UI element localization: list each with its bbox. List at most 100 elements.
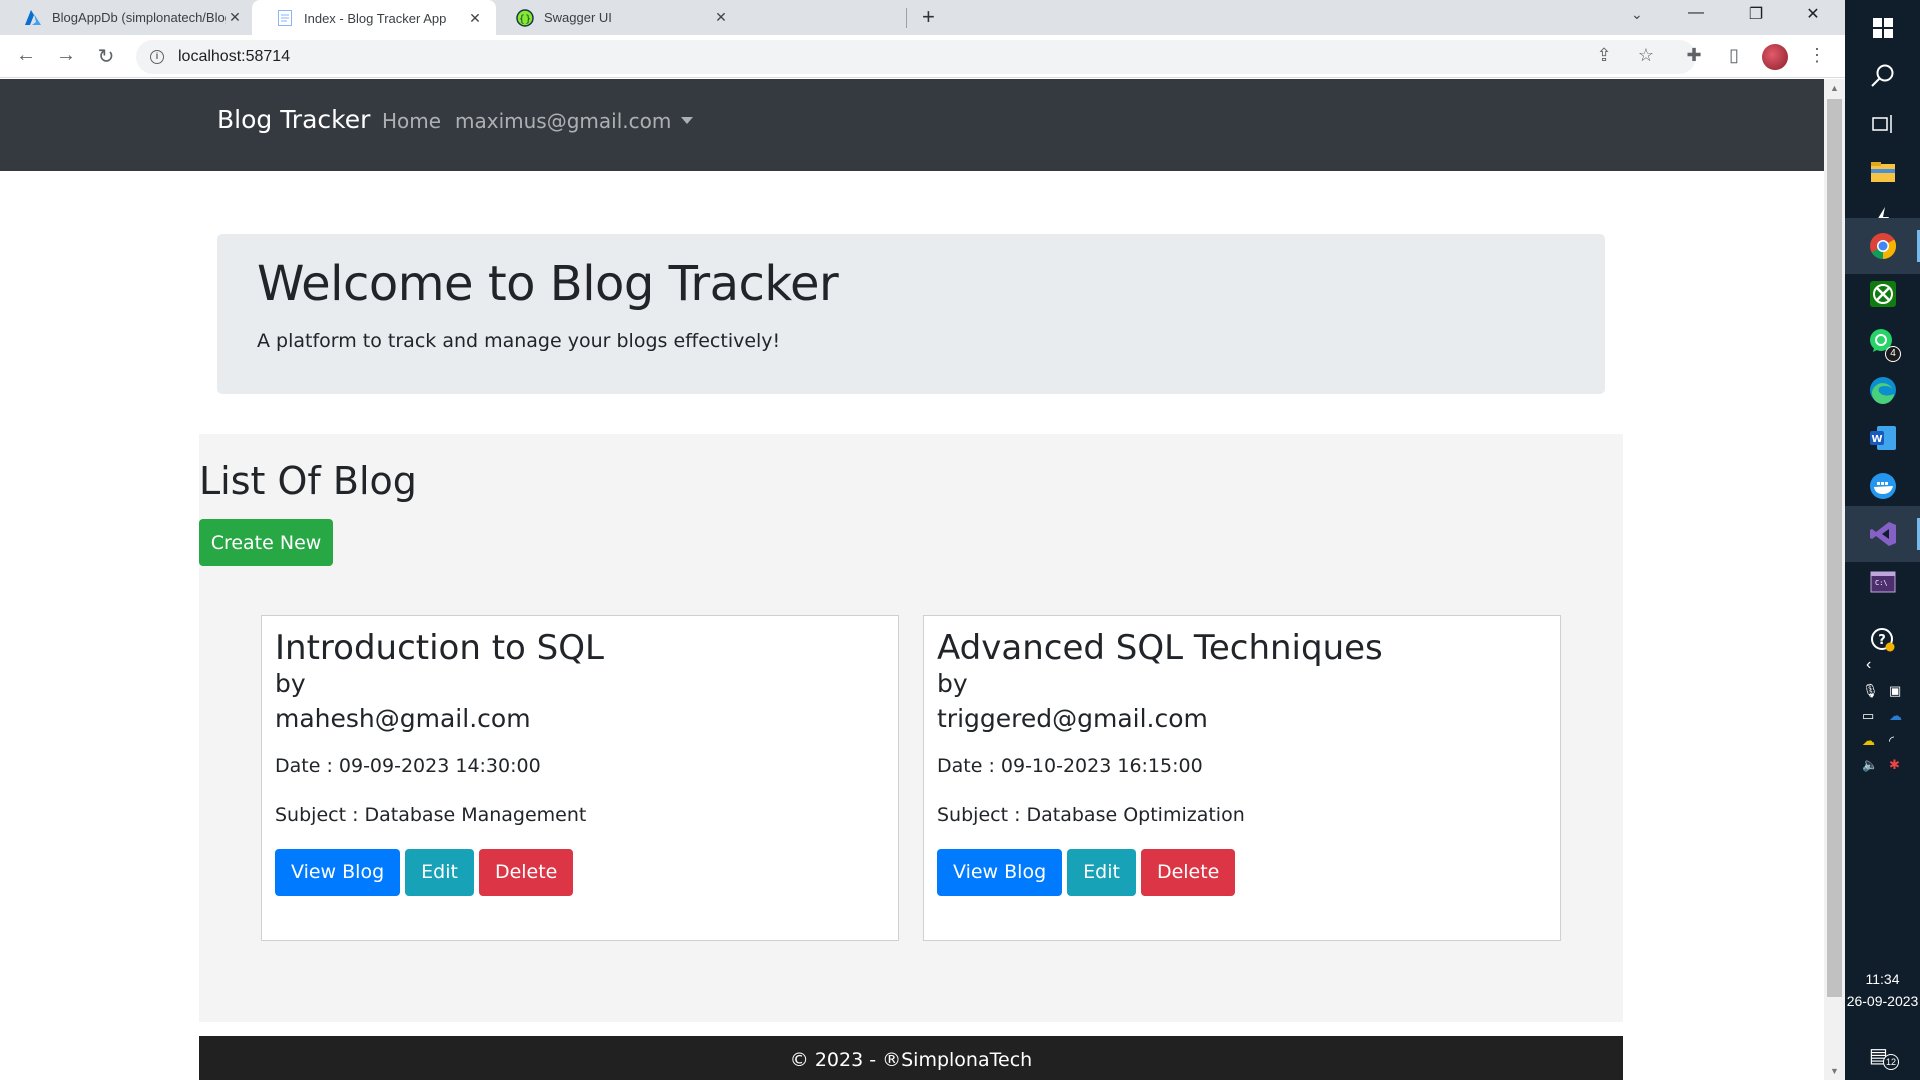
close-tab-icon[interactable]: ✕ [226, 9, 244, 26]
close-window-button[interactable]: ✕ [1790, 4, 1836, 24]
reload-icon[interactable]: ↻ [92, 44, 120, 69]
page-footer: © 2023 - ®SimplonaTech [199, 1036, 1623, 1080]
taskbar-terminal[interactable]: C:\ [1845, 554, 1920, 610]
notification-app-icon[interactable]: ✱ [1889, 757, 1900, 773]
list-title: List Of Blog [199, 459, 417, 503]
blog-by-label: by [937, 668, 968, 698]
forward-arrow-icon[interactable]: → [52, 44, 80, 67]
scroll-down-arrow-icon[interactable]: ▼ [1830, 1066, 1839, 1076]
view-blog-button[interactable]: View Blog [275, 848, 401, 896]
wifi-icon[interactable]: ◜ [1889, 733, 1894, 749]
search-icon [1870, 64, 1893, 87]
file-explorer-icon [1870, 162, 1895, 182]
minimize-button[interactable]: — [1673, 4, 1719, 22]
blog-title: Advanced SQL Techniques [937, 628, 1383, 668]
cloud-warning-icon[interactable]: ☁ [1862, 733, 1875, 749]
azure-icon [24, 9, 42, 27]
blog-subject: Subject : Database Management [275, 803, 587, 826]
task-view-icon [1871, 115, 1892, 133]
visual-studio-icon [1869, 522, 1896, 546]
docker-icon [1869, 473, 1896, 499]
blog-author: mahesh@gmail.com [275, 703, 531, 733]
delete-button[interactable]: Delete [478, 848, 574, 896]
side-panel-icon[interactable]: ▯ [1722, 45, 1746, 66]
tab-search-chevron-icon[interactable]: ⌄ [1631, 6, 1643, 23]
blog-author: triggered@gmail.com [937, 703, 1208, 733]
tab-title: BlogAppDb (simplonatech/Blog [52, 10, 226, 25]
notifications-badge: 12 [1883, 1054, 1899, 1070]
windows-taskbar: 4 W C:\ ? ‹ 🎙 ▣ ▭ ☁ ☁ ◜ 🔈 ✱ 11:34 26-09-… [1845, 0, 1920, 1080]
edit-button[interactable]: Edit [1067, 848, 1136, 896]
caret-down-icon [681, 117, 694, 124]
nav-user-dropdown[interactable]: maximus@gmail.com [455, 109, 694, 133]
nav-link-home[interactable]: Home [382, 109, 441, 133]
svg-text:W: W [1871, 434, 1882, 445]
edge-icon [1869, 377, 1896, 404]
tab-title: Index - Blog Tracker App [304, 10, 447, 26]
edit-button[interactable]: Edit [405, 848, 474, 896]
navbar-brand[interactable]: Blog Tracker [217, 105, 370, 134]
page-viewport: Blog Tracker Home maximus@gmail.com Welc… [0, 79, 1824, 1080]
blog-card: Introduction to SQL by mahesh@gmail.com … [261, 615, 899, 941]
whatsapp-badge: 4 [1885, 346, 1901, 362]
onedrive-icon[interactable]: ☁ [1889, 708, 1902, 724]
blog-date: Date : 09-10-2023 16:15:00 [937, 754, 1203, 777]
windows-logo-icon [1872, 18, 1893, 38]
back-arrow-icon[interactable]: ← [12, 44, 40, 67]
terminal-icon: C:\ [1870, 571, 1895, 593]
welcome-title: Welcome to Blog Tracker [257, 256, 839, 312]
url-text: localhost:58714 [178, 48, 291, 65]
new-tab-button[interactable]: + [922, 4, 935, 30]
close-tab-icon[interactable]: ✕ [466, 10, 484, 27]
chrome-icon [1869, 233, 1896, 260]
nav-user-label: maximus@gmail.com [455, 109, 672, 133]
welcome-subtitle: A platform to track and manage your blog… [257, 330, 781, 352]
tab-blog-tracker[interactable]: Index - Blog Tracker App ✕ [252, 0, 496, 36]
taskbar-help[interactable]: ? [1845, 612, 1920, 668]
svg-text:{}: {} [519, 14, 532, 25]
welcome-jumbotron: Welcome to Blog Tracker A platform to tr… [217, 234, 1605, 394]
blog-card: Advanced SQL Techniques by triggered@gma… [923, 615, 1561, 941]
taskbar-clock[interactable]: 11:34 26-09-2023 [1845, 968, 1920, 1012]
scrollbar-thumb[interactable] [1827, 99, 1842, 997]
address-bar[interactable]: i localhost:58714 [136, 40, 1696, 74]
delete-button[interactable]: Delete [1140, 848, 1236, 896]
blog-date: Date : 09-09-2023 14:30:00 [275, 754, 541, 777]
tab-blogappdb[interactable]: BlogAppDb (simplonatech/Blog ✕ [0, 0, 256, 35]
app-navbar: Blog Tracker Home maximus@gmail.com [0, 79, 1824, 171]
blog-subject: Subject : Database Optimization [937, 803, 1245, 826]
volume-icon[interactable]: 🔈 [1862, 757, 1878, 773]
scroll-up-arrow-icon[interactable]: ▲ [1830, 83, 1839, 93]
clock-time: 11:34 [1865, 971, 1900, 987]
extensions-puzzle-icon[interactable]: ✚ [1682, 45, 1706, 66]
close-tab-icon[interactable]: ✕ [712, 9, 730, 26]
display-icon[interactable]: ▣ [1889, 683, 1901, 699]
clock-date: 26-09-2023 [1846, 993, 1919, 1009]
bookmark-star-icon[interactable]: ☆ [1634, 45, 1658, 66]
help-icon: ? [1870, 628, 1894, 652]
profile-avatar[interactable] [1762, 44, 1788, 70]
xbox-icon [1869, 281, 1896, 307]
swagger-icon: {} [516, 8, 534, 27]
restore-button[interactable]: ❐ [1733, 4, 1779, 24]
view-blog-button[interactable]: View Blog [937, 848, 1063, 896]
tab-title: Swagger UI [544, 10, 612, 25]
create-new-button[interactable]: Create New [199, 519, 333, 566]
browser-tab-bar: BlogAppDb (simplonatech/Blog ✕ Index - B… [0, 0, 1845, 36]
tab-swagger[interactable]: {} Swagger UI ✕ [492, 0, 742, 35]
svg-text:?: ? [1878, 633, 1886, 648]
share-icon[interactable]: ⇪ [1592, 45, 1616, 66]
site-info-icon[interactable]: i [150, 50, 164, 64]
browser-toolbar: ← → ↻ i localhost:58714 ⇪ ☆ ✚ ▯ ⋮ [0, 35, 1845, 78]
battery-icon[interactable]: ▭ [1862, 708, 1874, 724]
microphone-icon[interactable]: 🎙 [1862, 683, 1879, 699]
svg-text:C:\: C:\ [1875, 579, 1888, 587]
blog-by-label: by [275, 668, 306, 698]
menu-kebab-icon[interactable]: ⋮ [1805, 45, 1829, 66]
tab-separator [906, 8, 907, 28]
page-scrollbar[interactable]: ▲ ▼ [1824, 79, 1845, 1080]
word-icon: W [1869, 426, 1896, 450]
blog-title: Introduction to SQL [275, 628, 604, 668]
show-hidden-icons-chevron-icon[interactable]: ‹ [1866, 656, 1871, 674]
page-icon [276, 9, 294, 27]
